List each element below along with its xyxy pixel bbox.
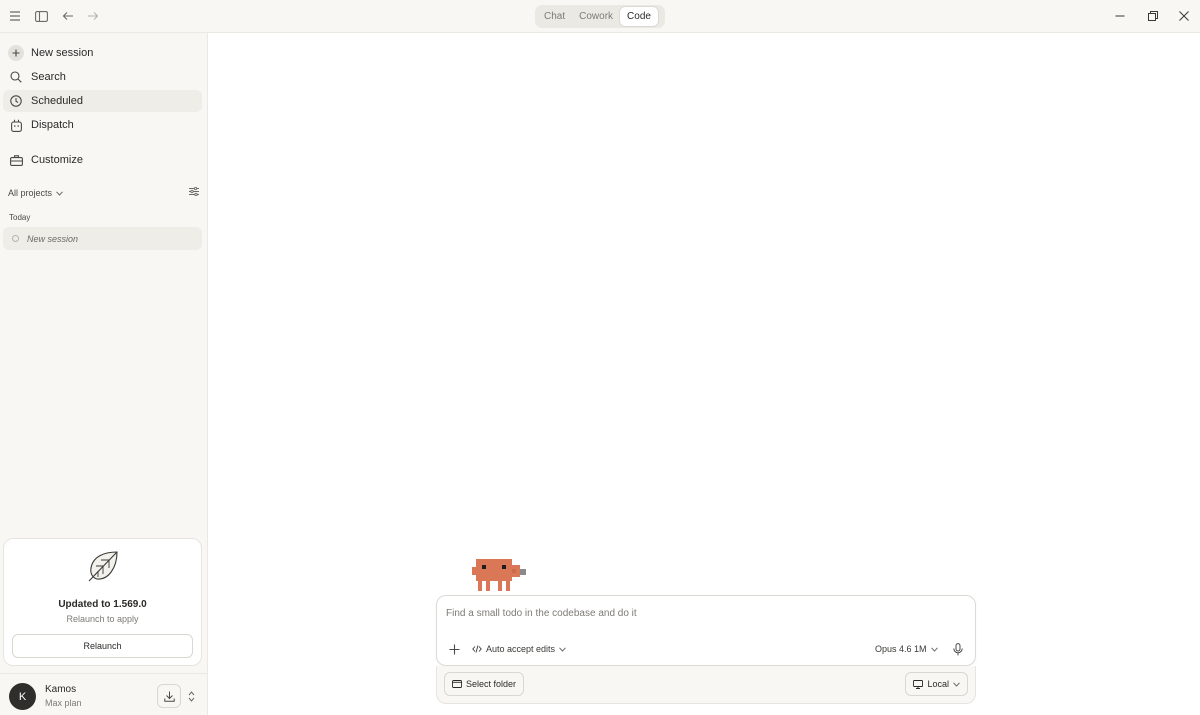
session-title: New session xyxy=(27,233,79,244)
close-icon[interactable] xyxy=(1176,8,1192,24)
forward-arrow-icon[interactable] xyxy=(85,8,101,24)
sidebar: New session Search Scheduled Dispatch Cu… xyxy=(0,33,208,715)
title-bar: Chat Cowork Code xyxy=(0,0,1200,33)
tab-chat[interactable]: Chat xyxy=(537,7,572,26)
sidebar-item-label: Customize xyxy=(31,154,83,166)
sidebar-item-scheduled[interactable]: Scheduled xyxy=(3,90,202,112)
select-folder-button[interactable]: Select folder xyxy=(444,672,525,696)
chevron-down-icon xyxy=(930,646,938,652)
user-name: Kamos xyxy=(45,684,77,695)
back-arrow-icon[interactable] xyxy=(60,8,76,24)
environment-label: Local xyxy=(927,679,949,689)
briefcase-icon xyxy=(8,152,24,168)
chevron-down-icon xyxy=(953,681,960,687)
new-session-button[interactable]: New session xyxy=(3,42,202,64)
environment-dropdown[interactable]: Local xyxy=(905,672,968,696)
composer: Auto accept edits Opus 4.6 1M xyxy=(436,595,976,666)
tab-code[interactable]: Code xyxy=(620,7,658,26)
download-button[interactable] xyxy=(157,684,181,708)
session-list-item[interactable]: New session xyxy=(3,227,202,250)
clock-icon xyxy=(8,93,24,109)
user-profile: K Kamos Max plan xyxy=(0,673,207,715)
plus-icon[interactable] xyxy=(446,641,462,657)
new-session-label: New session xyxy=(31,47,94,59)
chevron-down-icon xyxy=(559,646,566,652)
relaunch-button[interactable]: Relaunch xyxy=(12,634,193,658)
sidebar-item-search[interactable]: Search xyxy=(3,66,202,88)
monitor-icon xyxy=(913,679,924,689)
user-plan: Max plan xyxy=(45,698,82,708)
avatar[interactable]: K xyxy=(9,683,36,710)
session-group-label: Today xyxy=(9,213,31,222)
update-subtitle: Relaunch to apply xyxy=(66,614,139,624)
model-dropdown[interactable]: Opus 4.6 1M xyxy=(875,641,938,657)
filter-icon[interactable] xyxy=(189,186,199,198)
sidebar-item-customize[interactable]: Customize xyxy=(3,149,202,171)
leaf-icon xyxy=(87,550,120,586)
folder-icon xyxy=(452,680,462,688)
select-folder-label: Select folder xyxy=(466,679,517,689)
projects-dropdown[interactable]: All projects xyxy=(8,188,63,198)
sidebar-toggle-icon[interactable] xyxy=(33,8,49,24)
prompt-input[interactable] xyxy=(446,605,946,621)
minimize-icon[interactable] xyxy=(1112,8,1128,24)
sidebar-item-dispatch[interactable]: Dispatch xyxy=(3,114,202,136)
composer-footer: Select folder Local xyxy=(436,666,976,704)
session-status-icon xyxy=(12,235,19,242)
permission-mode-label: Auto accept edits xyxy=(486,644,556,654)
permission-mode-dropdown[interactable]: Auto accept edits xyxy=(472,641,566,657)
mic-icon[interactable] xyxy=(950,641,966,657)
update-card: Updated to 1.569.0 Relaunch to apply Rel… xyxy=(3,538,202,666)
sidebar-item-label: Scheduled xyxy=(31,95,83,107)
model-label: Opus 4.6 1M xyxy=(875,644,927,654)
sidebar-item-label: Search xyxy=(31,71,66,83)
mode-switcher: Chat Cowork Code xyxy=(535,5,665,28)
menu-icon[interactable] xyxy=(7,8,23,24)
dispatch-icon xyxy=(8,117,24,133)
tab-cowork[interactable]: Cowork xyxy=(572,7,620,26)
update-title: Updated to 1.569.0 xyxy=(58,599,147,610)
mascot-icon xyxy=(472,557,528,596)
projects-filter-row: All projects xyxy=(8,185,201,201)
sidebar-item-label: Dispatch xyxy=(31,119,74,131)
code-icon xyxy=(472,645,482,653)
download-icon xyxy=(163,691,175,702)
plus-icon xyxy=(8,45,24,61)
up-down-chevron-icon[interactable] xyxy=(185,688,197,704)
chevron-down-icon xyxy=(56,190,63,196)
search-icon xyxy=(8,69,24,85)
projects-dropdown-label: All projects xyxy=(8,188,53,198)
restore-icon[interactable] xyxy=(1145,8,1161,24)
